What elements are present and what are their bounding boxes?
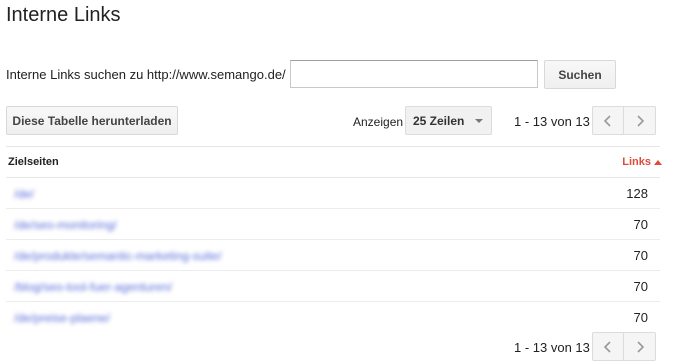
row-link-count: 70 — [633, 310, 648, 325]
search-button[interactable]: Suchen — [544, 60, 616, 89]
prev-page-button-top[interactable] — [592, 106, 624, 135]
sort-ascending-icon — [654, 159, 662, 165]
next-page-button-bottom[interactable] — [624, 332, 656, 361]
row-link-count: 70 — [633, 248, 648, 263]
table-row: /de/ 128 — [6, 178, 660, 209]
table-row: /de/produkte/semantic-marketing-suite/ 7… — [6, 240, 660, 271]
column-header-target-pages[interactable]: Zielseiten — [8, 156, 59, 168]
row-url-link[interactable]: /blog/seo-tool-fuer-agenturen/ — [14, 280, 172, 294]
column-header-links[interactable]: Links — [622, 156, 662, 168]
table-top-divider — [6, 146, 660, 147]
pagination-text-top: 1 - 13 von 13 — [514, 114, 590, 129]
rows-per-page-label: Anzeigen — [353, 115, 404, 129]
table-row: /blog/seo-tool-fuer-agenturen/ 70 — [6, 271, 660, 302]
next-page-button-top[interactable] — [624, 106, 656, 135]
row-link-count: 70 — [633, 279, 648, 294]
chevron-left-icon — [603, 340, 611, 353]
chevron-left-icon — [603, 114, 611, 127]
row-url-link[interactable]: /de/preise-plaene/ — [14, 311, 110, 325]
rows-per-page-select[interactable]: 25 Zeilen — [405, 106, 492, 135]
table-row: /de/seo-monitoring/ 70 — [6, 209, 660, 240]
pagination-text-bottom: 1 - 13 von 13 — [514, 340, 590, 355]
row-url-link[interactable]: /de/ — [14, 187, 34, 201]
rows-per-page-value: 25 Zeilen — [413, 113, 465, 128]
prev-page-button-bottom[interactable] — [592, 332, 624, 361]
column-header-links-label: Links — [622, 156, 651, 168]
download-table-button[interactable]: Diese Tabelle herunterladen — [6, 106, 178, 135]
row-url-link[interactable]: /de/produkte/semantic-marketing-suite/ — [14, 249, 221, 263]
caret-down-icon — [475, 119, 483, 123]
row-url-link[interactable]: /de/seo-monitoring/ — [14, 218, 117, 232]
page-title: Interne Links — [6, 4, 121, 26]
search-label: Interne Links suchen zu http://www.seman… — [6, 67, 286, 82]
chevron-right-icon — [636, 340, 644, 353]
table-row: /de/preise-plaene/ 70 — [6, 302, 660, 333]
row-link-count: 70 — [633, 217, 648, 232]
chevron-right-icon — [636, 114, 644, 127]
row-link-count: 128 — [626, 186, 648, 201]
search-input[interactable] — [290, 60, 538, 88]
